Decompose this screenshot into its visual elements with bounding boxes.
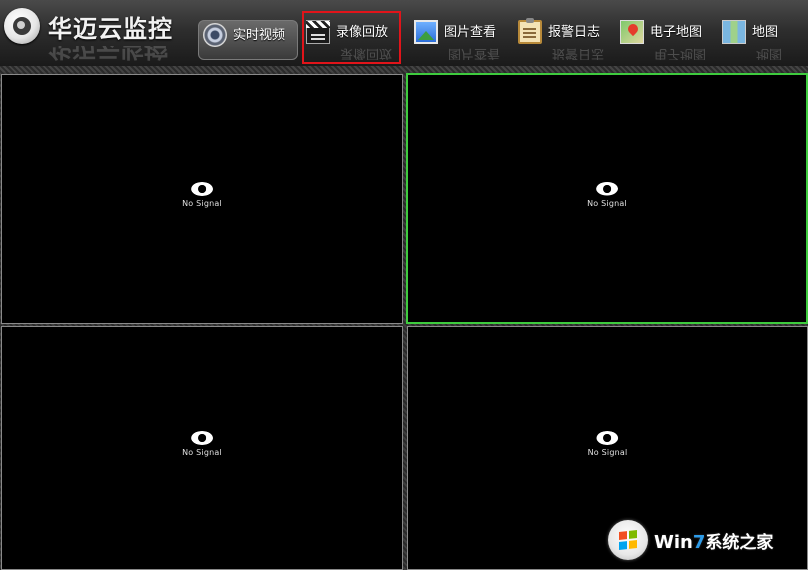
- nav-button-electronic-map[interactable]: 电子地图 电子地图: [620, 16, 712, 64]
- nav-label-reflection: 报警日志: [552, 48, 605, 60]
- clipboard-icon: [518, 18, 542, 44]
- app-title-reflection: 华迈云监控: [48, 46, 168, 62]
- signal-indicator: No Signal: [182, 182, 222, 208]
- watermark: Win7系统之家: [608, 518, 804, 562]
- nav-label-live-video: 实时视频: [233, 28, 286, 43]
- signal-indicator: No Signal: [588, 431, 628, 457]
- signal-indicator: No Signal: [587, 182, 627, 208]
- signal-status: No Signal: [182, 448, 222, 457]
- nav-label-photo-view: 图片查看: [444, 25, 497, 40]
- video-pane-2[interactable]: No Signal: [406, 73, 808, 324]
- nav-label-electronic-map: 电子地图: [650, 25, 703, 40]
- signal-status: No Signal: [182, 199, 222, 208]
- nav-label-reflection: 地图: [756, 48, 783, 60]
- app-window: 华迈云监控 华迈云监控 实时视频 录像回放 录像回放 图片查看 图片查看 报警日…: [0, 0, 808, 570]
- nav-label-reflection: 录像回放: [340, 48, 393, 60]
- nav-button-map[interactable]: 地图 地图: [722, 16, 802, 64]
- video-pane-3[interactable]: No Signal: [1, 326, 403, 570]
- windows-flag-icon: [619, 530, 637, 550]
- eye-icon: [191, 431, 213, 445]
- eye-icon: [596, 182, 618, 196]
- video-pane-1[interactable]: No Signal: [1, 74, 403, 324]
- clapperboard-icon: [306, 20, 330, 44]
- video-grid: No Signal No Signal No Signal No Signal: [0, 72, 808, 570]
- map-icon: [722, 20, 746, 44]
- nav-button-record-playback[interactable]: 录像回放 录像回放: [306, 16, 402, 64]
- watermark-text: Win7系统之家: [654, 528, 773, 553]
- nav-button-alarm-log[interactable]: 报警日志 报警日志: [518, 16, 610, 64]
- watermark-seven: 7: [692, 531, 706, 553]
- camera-icon: [203, 23, 227, 47]
- nav-label-reflection: 图片查看: [448, 48, 501, 60]
- brand-reflection: 华迈云监控: [4, 46, 184, 62]
- nav-button-photo-view[interactable]: 图片查看 图片查看: [414, 16, 508, 64]
- windows-logo-icon: [608, 520, 648, 560]
- eye-logo-icon: [4, 8, 40, 44]
- photo-icon: [414, 20, 438, 44]
- nav-label-map: 地图: [752, 25, 779, 40]
- signal-status: No Signal: [587, 198, 627, 208]
- nav-label-record-playback: 录像回放: [336, 25, 389, 40]
- nav-label-reflection: 电子地图: [654, 48, 707, 60]
- eye-icon: [596, 431, 618, 445]
- eye-icon: [191, 182, 213, 196]
- watermark-prefix: Wi: [654, 531, 681, 553]
- watermark-suffix: 系统之家: [705, 532, 774, 553]
- top-toolbar: 华迈云监控 华迈云监控 实时视频 录像回放 录像回放 图片查看 图片查看 报警日…: [0, 0, 808, 66]
- map-pin-icon: [620, 20, 644, 44]
- brand: 华迈云监控: [4, 6, 173, 46]
- signal-indicator: No Signal: [182, 431, 222, 457]
- nav-label-alarm-log: 报警日志: [548, 25, 601, 40]
- app-title: 华迈云监控: [48, 14, 173, 43]
- nav-button-live-video[interactable]: 实时视频: [198, 20, 298, 60]
- watermark-n: n: [680, 531, 693, 553]
- signal-status: No Signal: [587, 448, 628, 457]
